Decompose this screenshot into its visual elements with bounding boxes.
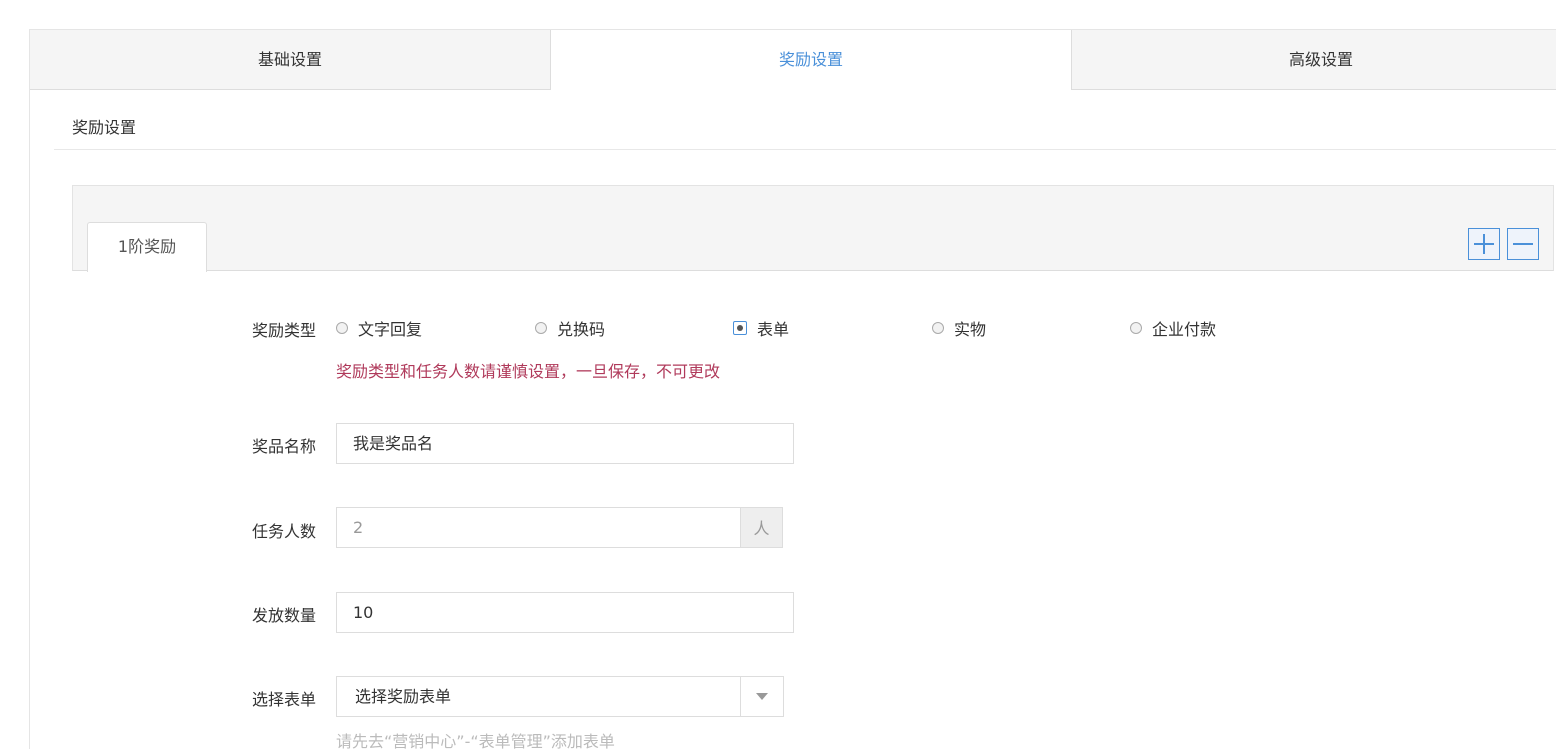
prize-name-label: 奖品名称 [252,437,317,456]
form-select-hint: 请先去“营销中心”-“表单管理”添加表单 [336,732,615,751]
radio-label: 表单 [757,320,790,339]
tab-advanced-settings[interactable]: 高级设置 [1072,30,1556,90]
task-count-unit: 人 [740,507,783,548]
tier-tab-bar: 1阶奖励 [72,185,1554,272]
radio-circle [932,322,944,334]
radio-label: 兑换码 [557,320,606,339]
radio-circle [1130,322,1142,334]
radio-enterprise-payment[interactable]: 企业付款 [1130,317,1216,339]
radio-redeem-code[interactable]: 兑换码 [535,317,605,339]
radio-circle-checked [733,321,747,335]
form-select[interactable]: 选择奖励表单 [336,676,784,717]
task-count-label: 任务人数 [252,522,317,541]
tab-reward-settings[interactable]: 奖励设置 [550,30,1072,90]
remove-tier-button[interactable] [1507,228,1539,260]
reward-type-warning: 奖励类型和任务人数请谨慎设置，一旦保存，不可更改 [336,362,721,381]
form-select-value: 选择奖励表单 [355,687,452,706]
radio-circle [535,322,547,334]
quantity-input[interactable]: 10 [336,592,794,633]
form-select-label: 选择表单 [252,690,317,709]
task-count-group: 2 人 [336,507,783,548]
task-count-input[interactable]: 2 [336,507,741,548]
radio-form[interactable]: 表单 [733,317,789,339]
settings-tabs: 基础设置 奖励设置 高级设置 [30,30,1556,90]
tab-basic-settings[interactable]: 基础设置 [30,30,550,90]
radio-circle [336,322,348,334]
section-title: 奖励设置 [72,118,137,137]
plus-icon [1469,229,1499,259]
select-arrow[interactable] [740,677,783,716]
radio-text-reply[interactable]: 文字回复 [336,317,422,339]
settings-frame: 基础设置 奖励设置 高级设置 奖励设置 1阶奖励 奖励类型 文字回复 兑换码 表… [29,29,1556,751]
prize-name-input[interactable]: 我是奖品名 [336,423,794,464]
radio-label: 企业付款 [1152,320,1217,339]
reward-type-label: 奖励类型 [252,321,317,340]
radio-label: 实物 [954,320,987,339]
quantity-label: 发放数量 [252,606,317,625]
add-tier-button[interactable] [1468,228,1500,260]
minus-icon [1508,229,1538,259]
section-divider [54,149,1556,150]
tier-tab-1[interactable]: 1阶奖励 [87,222,207,272]
chevron-down-icon [756,693,768,700]
radio-physical[interactable]: 实物 [932,317,986,339]
radio-label: 文字回复 [358,320,423,339]
